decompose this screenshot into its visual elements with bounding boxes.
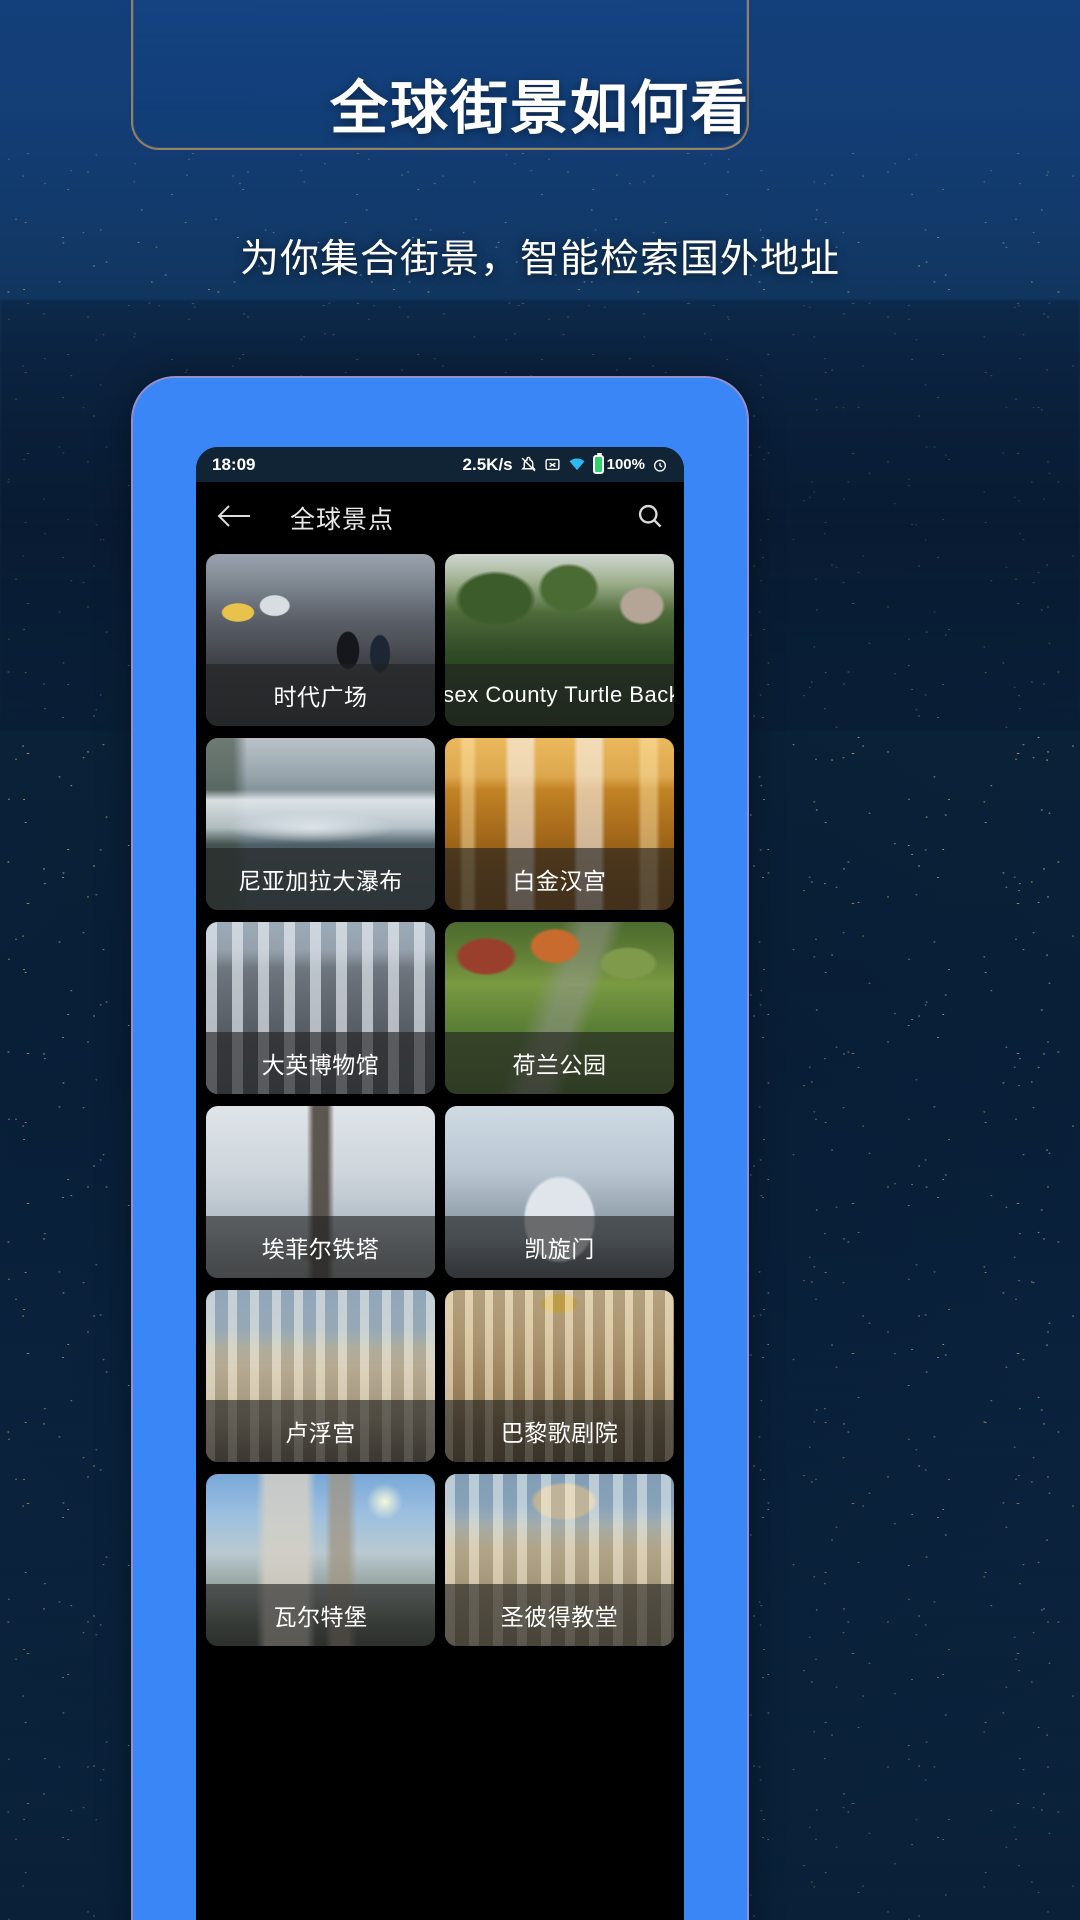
status-bar-time: 18:09: [212, 454, 256, 474]
attraction-card[interactable]: 白金汉宫: [445, 738, 674, 910]
battery-icon: 100%: [592, 453, 645, 474]
phone-mockup: 18:09 2.5K/s 100% 全球景点 时代广场 sex County T…: [131, 376, 749, 1920]
attraction-label: 凯旋门: [445, 1216, 674, 1278]
attraction-label: 瓦尔特堡: [206, 1584, 435, 1646]
attraction-label: 埃菲尔铁塔: [206, 1216, 435, 1278]
status-bar-network-speed: 2.5K/s: [462, 454, 513, 474]
attraction-card[interactable]: Essex County Turtle Back…: [445, 554, 674, 726]
search-icon[interactable]: [636, 502, 664, 535]
attraction-label: 巴黎歌剧院: [445, 1400, 674, 1462]
attraction-label: 卢浮宫: [206, 1400, 435, 1462]
back-arrow-icon[interactable]: [216, 503, 252, 534]
attraction-card[interactable]: 尼亚加拉大瀑布: [206, 738, 435, 910]
app-bar: 全球景点: [196, 482, 684, 554]
attraction-card[interactable]: 圣彼得教堂: [445, 1474, 674, 1646]
alarm-icon: [652, 457, 668, 473]
attraction-card[interactable]: 大英博物馆: [206, 922, 435, 1094]
status-bar: 18:09 2.5K/s 100%: [196, 447, 684, 482]
attraction-card[interactable]: 荷兰公园: [445, 922, 674, 1094]
attraction-card[interactable]: 时代广场: [206, 554, 435, 726]
app-bar-title: 全球景点: [290, 505, 395, 534]
attraction-card[interactable]: 瓦尔特堡: [206, 1474, 435, 1646]
attraction-grid: 时代广场Essex County Turtle Back… 尼亚加拉大瀑布白金汉宫…: [196, 554, 684, 1646]
attraction-label: 时代广场: [206, 664, 435, 726]
bell-muted-icon: [520, 456, 537, 473]
attraction-label: 荷兰公园: [445, 1032, 674, 1094]
attraction-card[interactable]: 巴黎歌剧院: [445, 1290, 674, 1462]
attraction-label: 白金汉宫: [445, 848, 674, 910]
attraction-label: 尼亚加拉大瀑布: [206, 848, 435, 910]
battery-percent-label: 100%: [606, 456, 645, 473]
phone-screen: 18:09 2.5K/s 100% 全球景点 时代广场 sex County T…: [196, 447, 684, 1920]
sim-disabled-icon: [544, 456, 561, 473]
attraction-card[interactable]: 埃菲尔铁塔: [206, 1106, 435, 1278]
attraction-card[interactable]: 凯旋门: [445, 1106, 674, 1278]
page-title: 全球街景如何看: [329, 74, 750, 142]
attraction-label: Essex County Turtle Back…: [445, 664, 674, 726]
attraction-label: 大英博物馆: [206, 1032, 435, 1094]
wifi-icon: [568, 456, 586, 473]
page-subtitle: 为你集合街景，智能检索国外地址: [239, 237, 840, 282]
attraction-card[interactable]: 卢浮宫: [206, 1290, 435, 1462]
attraction-label: 圣彼得教堂: [445, 1584, 674, 1646]
